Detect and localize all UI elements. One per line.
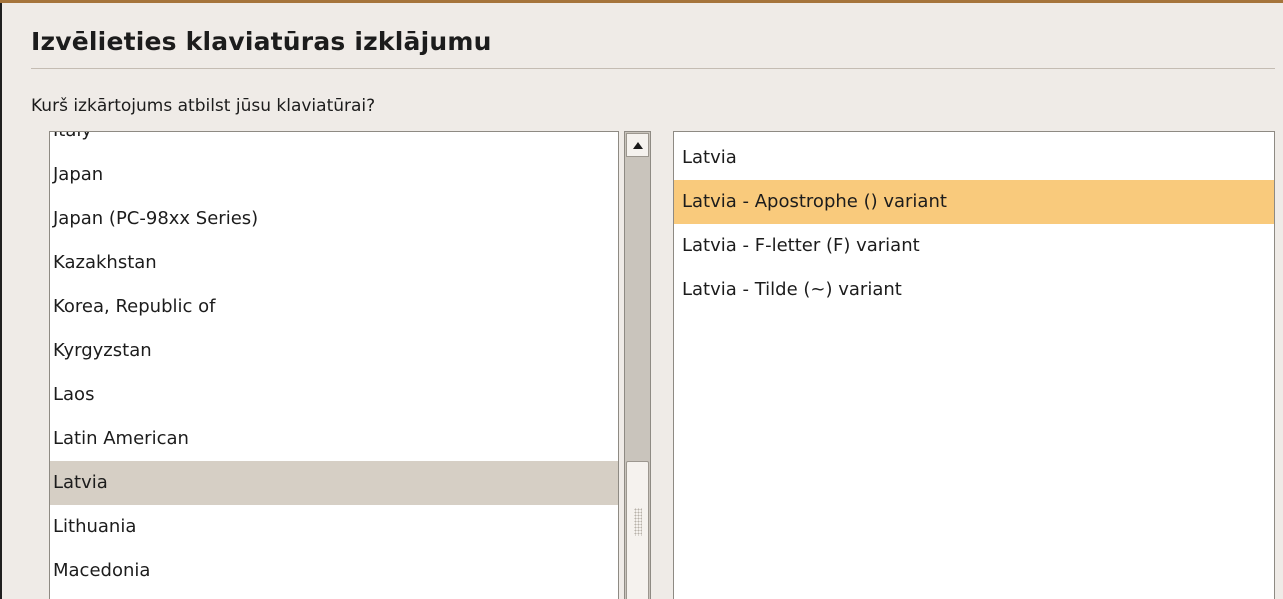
country-list-item[interactable]: Italy xyxy=(50,132,618,153)
page-title: Izvēlieties klaviatūras izklājumu xyxy=(31,27,492,56)
variant-list[interactable]: Latvia Latvia - Apostrophe () variant La… xyxy=(673,131,1275,599)
country-list-item-selected[interactable]: Latvia xyxy=(50,461,618,505)
scrollbar-thumb[interactable] xyxy=(626,461,649,599)
country-list[interactable]: Italy Japan Japan (PC-98xx Series) Kazak… xyxy=(49,131,619,599)
country-list-item[interactable]: Japan (PC-98xx Series) xyxy=(50,197,618,241)
scroll-up-button[interactable] xyxy=(626,133,649,157)
variant-list-item[interactable]: Latvia - F-letter (F) variant xyxy=(674,224,1274,268)
country-list-item[interactable]: Japan xyxy=(50,153,618,197)
country-list-item[interactable]: Macedonia xyxy=(50,549,618,593)
variant-list-item[interactable]: Latvia - Tilde (~) variant xyxy=(674,268,1274,312)
country-list-item[interactable]: Lithuania xyxy=(50,505,618,549)
title-divider xyxy=(31,68,1275,69)
country-list-item[interactable]: Kyrgyzstan xyxy=(50,329,618,373)
variant-list-item[interactable]: Latvia xyxy=(674,136,1274,180)
keyboard-layout-page: Izvēlieties klaviatūras izklājumu Kurš i… xyxy=(0,0,1283,599)
layout-question-label: Kurš izkārtojums atbilst jūsu klaviatūra… xyxy=(31,96,376,116)
country-list-item[interactable]: Korea, Republic of xyxy=(50,285,618,329)
triangle-up-icon xyxy=(632,141,643,149)
country-list-scrollbar[interactable] xyxy=(624,131,651,599)
country-list-item[interactable]: Kazakhstan xyxy=(50,241,618,285)
country-list-item[interactable]: Laos xyxy=(50,373,618,417)
country-list-item[interactable]: Latin American xyxy=(50,417,618,461)
grip-dots-icon xyxy=(634,508,642,536)
variant-list-item-selected[interactable]: Latvia - Apostrophe () variant xyxy=(674,180,1274,224)
window-left-border xyxy=(0,3,2,599)
